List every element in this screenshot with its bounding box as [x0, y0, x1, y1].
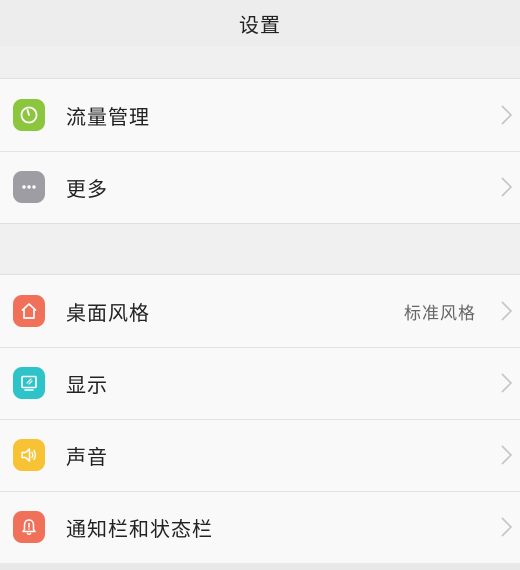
settings-item-label: 通知栏和状态栏 [66, 516, 213, 541]
chevron-right-icon [501, 373, 513, 393]
chevron-right-icon [501, 301, 513, 321]
chevron-right-icon [501, 105, 513, 125]
settings-item-data-usage[interactable]: 流量管理 [0, 79, 520, 151]
settings-item-notification-bar[interactable]: 通知栏和状态栏 [0, 491, 520, 563]
data-usage-gauge-icon [13, 99, 45, 131]
speaker-icon [13, 439, 45, 471]
home-icon [13, 295, 45, 327]
chevron-right-icon [501, 517, 513, 537]
settings-item-label: 桌面风格 [66, 300, 150, 325]
settings-group-network: 流量管理 更多 [0, 78, 520, 224]
settings-item-label: 更多 [66, 176, 108, 201]
page-title: 设置 [239, 12, 281, 37]
settings-item-sound[interactable]: 声音 [0, 419, 520, 491]
bottom-divider [0, 563, 520, 570]
bell-icon [13, 511, 45, 543]
chevron-right-icon [501, 177, 513, 197]
settings-item-desktop-style[interactable]: 桌面风格 标准风格 [0, 275, 520, 347]
display-icon [13, 367, 45, 399]
settings-item-more[interactable]: 更多 [0, 151, 520, 223]
settings-item-label: 流量管理 [66, 104, 150, 129]
settings-item-label: 显示 [66, 372, 108, 397]
settings-item-label: 声音 [66, 444, 108, 469]
title-bar: 设置 [0, 0, 520, 46]
settings-group-display: 桌面风格 标准风格 显示 声音 通知栏和状态栏 [0, 274, 520, 564]
chevron-right-icon [501, 445, 513, 465]
settings-item-display[interactable]: 显示 [0, 347, 520, 419]
more-dots-icon [13, 171, 45, 203]
settings-item-value: 标准风格 [404, 303, 476, 324]
